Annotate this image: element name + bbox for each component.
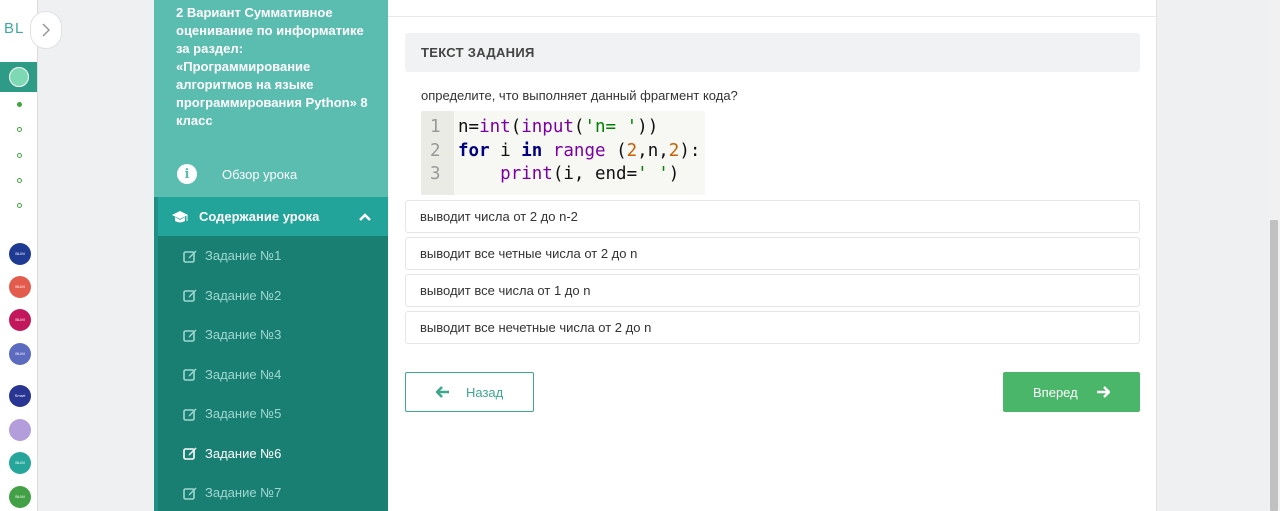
code-image: 1 2 3 n=int(input('n= ')) for i in range… — [421, 111, 705, 195]
page-scrollbar[interactable] — [1268, 0, 1280, 511]
question-text: определите, что выполняет данный фрагмен… — [421, 88, 738, 103]
task-item[interactable]: Задание №7 — [158, 473, 388, 511]
rail-app-label: BLIM — [15, 351, 25, 356]
rail-app-icon[interactable]: Smart — [9, 385, 31, 407]
task-label: Задание №5 — [205, 406, 282, 421]
rail-app-label: BLIM — [15, 284, 25, 289]
scrollbar-thumb[interactable] — [1270, 220, 1278, 511]
rail-app-label: BLIM — [15, 460, 25, 465]
lesson-contents-toggle[interactable]: Содержание урока — [158, 197, 388, 236]
line-number: 1 — [430, 117, 441, 137]
rail-expand-button[interactable] — [30, 11, 62, 49]
answer-option[interactable]: выводит все нечетные числа от 2 до n — [405, 311, 1140, 344]
rail-active-app[interactable] — [0, 62, 37, 92]
task-label: Задание №2 — [205, 287, 282, 303]
arrow-right-icon — [1096, 386, 1110, 398]
chevron-right-icon — [42, 23, 51, 37]
task-item[interactable]: Задание №5 — [158, 394, 388, 433]
code-line: n=int(input('n= ')) — [458, 117, 659, 137]
rail-app-icon[interactable]: BLIM — [9, 343, 31, 365]
task-label: Задание №1 — [205, 248, 282, 263]
rail-app-icon[interactable]: BLIM — [9, 486, 31, 508]
rail-app-label: BLIM — [15, 317, 25, 322]
back-button[interactable]: Назад — [405, 372, 534, 412]
task-card: ТЕКСТ ЗАДАНИЯ определите, что выполняет … — [388, 0, 1157, 511]
edit-icon — [183, 289, 197, 302]
brand-logo: BL — [4, 20, 25, 37]
lesson-overview-link[interactable]: i Обзор урока — [154, 152, 388, 196]
rail-app-icon[interactable]: BLIM — [9, 276, 31, 298]
divider — [388, 16, 1157, 17]
task-label: Задание №4 — [205, 366, 282, 382]
rail-app-icon[interactable]: BLIM — [9, 309, 31, 331]
next-label: Вперед — [1033, 384, 1078, 400]
lesson-title: 2 Вариант Суммативное оценивание по инфо… — [176, 5, 368, 128]
rail-step-dot[interactable] — [17, 178, 22, 183]
rail-app-label: BLIM — [15, 494, 25, 499]
rail-app-icon[interactable]: BLIM — [9, 243, 31, 265]
edit-icon — [183, 408, 197, 421]
rail-app-label: Smart — [14, 393, 26, 398]
rail-app-label: BLIM — [15, 251, 25, 256]
rail-step-dot[interactable] — [17, 102, 22, 107]
line-number: 2 — [430, 141, 441, 161]
edit-icon — [183, 368, 197, 381]
task-item[interactable]: Задание №6 — [158, 434, 388, 473]
answer-option[interactable]: выводит числа от 2 до n-2 — [405, 200, 1140, 233]
lesson-sidebar: 2 Вариант Суммативное оценивание по инфо… — [154, 0, 388, 511]
task-list: Задание №1 Задание №2 Задание №3 Задание №4… — [158, 236, 388, 511]
lesson-header: 2 Вариант Суммативное оценивание по инфо… — [154, 0, 388, 197]
answer-option[interactable]: выводит все четные числа от 2 до n — [405, 237, 1140, 270]
task-item[interactable]: Задание №1 — [158, 236, 388, 275]
task-label: Задание №3 — [205, 327, 282, 342]
app-rail: BL BLIM BLIM BLIM BLIM Smart BLIM BLIM — [0, 0, 38, 511]
task-item[interactable]: Задание №2 — [158, 276, 388, 315]
answer-text: выводит все числа от 1 до n — [420, 283, 591, 298]
contents-label: Содержание урока — [199, 209, 320, 224]
active-app-icon — [8, 67, 29, 87]
task-label: Задание №7 — [205, 485, 282, 500]
task-header: ТЕКСТ ЗАДАНИЯ — [405, 33, 1140, 72]
task-label: Задание №6 — [205, 445, 282, 461]
arrow-left-icon — [436, 386, 449, 398]
chevron-up-icon — [359, 212, 371, 221]
task-item[interactable]: Задание №4 — [158, 355, 388, 394]
graduation-cap-icon — [172, 210, 188, 222]
rail-app-icon[interactable] — [9, 419, 31, 441]
task-item[interactable]: Задание №3 — [158, 315, 388, 354]
edit-icon — [183, 447, 197, 460]
info-icon: i — [177, 164, 197, 184]
overview-label: Обзор урока — [222, 166, 298, 182]
answer-text: выводит все нечетные числа от 2 до n — [420, 320, 652, 335]
edit-icon — [183, 487, 197, 500]
edit-icon — [183, 329, 197, 342]
rail-app-icon[interactable]: BLIM — [9, 452, 31, 474]
back-label: Назад — [466, 384, 504, 400]
answer-option[interactable]: выводит все числа от 1 до n — [405, 274, 1140, 307]
rail-step-dot[interactable] — [17, 127, 22, 132]
answer-text: выводит числа от 2 до n-2 — [420, 209, 578, 224]
code-line: for i in range (2,n,2): — [458, 141, 701, 161]
edit-icon — [183, 250, 197, 263]
line-number: 3 — [430, 164, 441, 184]
answer-text: выводит все четные числа от 2 до n — [420, 246, 638, 261]
task-header-label: ТЕКСТ ЗАДАНИЯ — [421, 45, 535, 60]
rail-step-dot[interactable] — [17, 153, 22, 158]
code-line: print(i, end=' ') — [500, 164, 680, 184]
rail-step-dot[interactable] — [17, 203, 22, 208]
next-button[interactable]: Вперед — [1003, 372, 1140, 412]
